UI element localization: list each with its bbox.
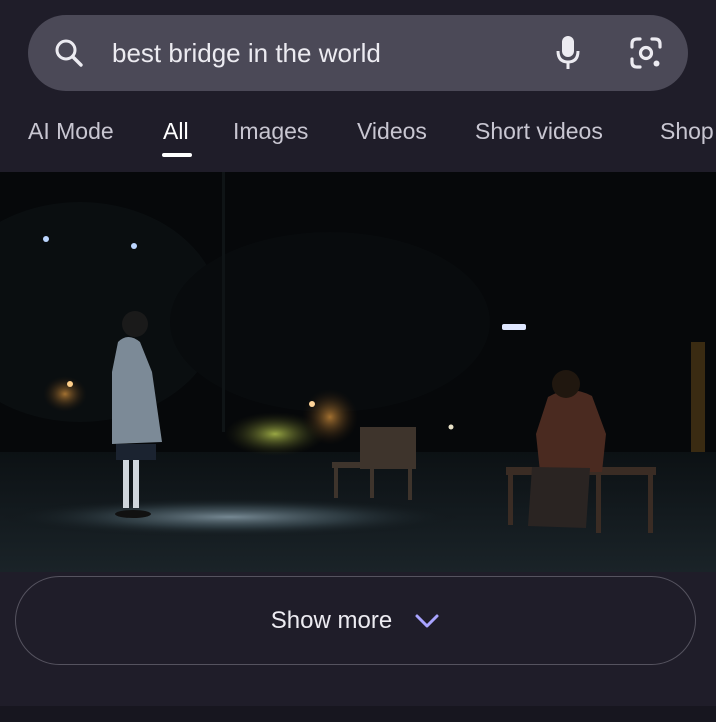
tab-videos[interactable]: Videos [357, 118, 427, 145]
search-input[interactable]: best bridge in the world [112, 38, 552, 69]
search-tabs: AI Mode All Images Videos Short videos S… [0, 112, 716, 162]
next-result-edge [0, 706, 716, 722]
search-bar[interactable]: best bridge in the world [28, 15, 688, 91]
tab-shop[interactable]: Shop [660, 118, 714, 145]
search-icon [52, 36, 86, 70]
show-more-button[interactable]: Show more [15, 576, 696, 665]
show-more-label: Show more [270, 606, 393, 634]
tab-all[interactable]: All [163, 118, 189, 145]
tab-ai-mode[interactable]: AI Mode [28, 118, 114, 145]
tab-images[interactable]: Images [233, 118, 308, 145]
microphone-icon[interactable] [552, 33, 584, 73]
result-image[interactable] [0, 172, 716, 572]
active-tab-indicator [162, 153, 192, 157]
google-lens-icon[interactable] [626, 33, 666, 73]
chevron-down-icon [414, 613, 440, 629]
tab-short-videos[interactable]: Short videos [475, 118, 603, 145]
